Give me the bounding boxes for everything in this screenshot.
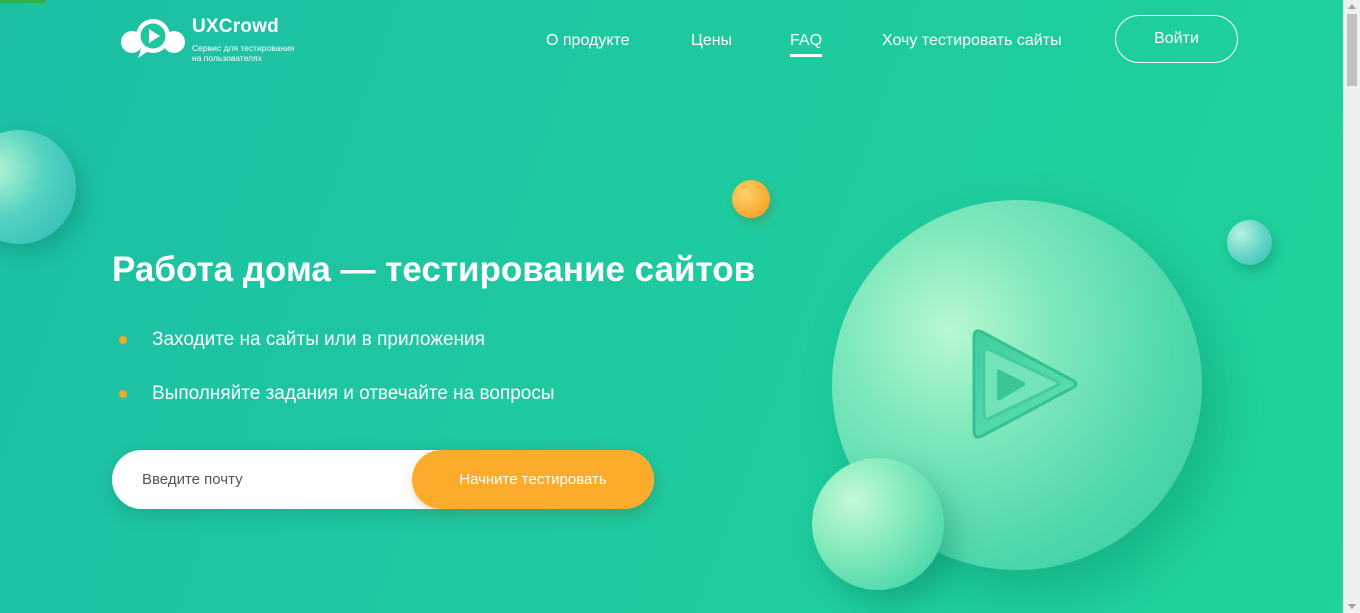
nav-item-prices[interactable]: Цены [691,32,732,50]
hero-bullet: Заходите на сайты или в приложения [112,326,555,380]
hero-bullet-list: Заходите на сайты или в приложения Выпол… [112,326,555,434]
bullet-dot-icon [119,390,127,398]
play-icon [972,329,1078,439]
brand-name: UXCrowd [192,16,279,37]
loading-bar [0,0,46,3]
brand-tagline: Сервис для тестирования на пользователях [192,43,312,63]
hero-bullet-text: Выполняйте задания и отвечайте на вопрос… [152,383,555,404]
page-scrollbar[interactable] [1343,0,1360,613]
bullet-dot-icon [119,336,127,344]
brand-tagline-line1: Сервис для тестирования [192,43,295,53]
brand-logo[interactable]: UXCrowd Сервис для тестирования на польз… [118,16,318,66]
scrollbar-thumb[interactable] [1347,14,1357,86]
start-testing-button[interactable]: Начните тестировать [412,450,654,509]
email-input[interactable] [112,450,412,509]
nav-item-become-tester[interactable]: Хочу тестировать сайты [882,32,1062,50]
hero-bullet-text: Заходите на сайты или в приложения [152,329,485,350]
nav-item-faq[interactable]: FAQ [790,32,823,57]
nav-item-product[interactable]: О продукте [546,32,630,50]
decor-sphere-left [0,130,76,244]
decor-sphere-orange [732,180,770,218]
signup-form: Начните тестировать [112,450,654,509]
decor-sphere-right [1227,220,1272,265]
scroll-up-arrow-icon[interactable] [1348,4,1356,9]
hero-title: Работа дома — тестирование сайтов [112,250,756,289]
brand-tagline-line2: на пользователях [192,53,262,63]
login-button[interactable]: Войти [1115,15,1238,63]
landing-page: UXCrowd Сервис для тестирования на польз… [0,0,1343,613]
hero-bullet: Выполняйте задания и отвечайте на вопрос… [112,380,555,434]
decor-sphere-small [812,458,944,590]
scroll-down-arrow-icon[interactable] [1348,604,1356,609]
logo-chat-bubbles-icon [121,19,185,58]
